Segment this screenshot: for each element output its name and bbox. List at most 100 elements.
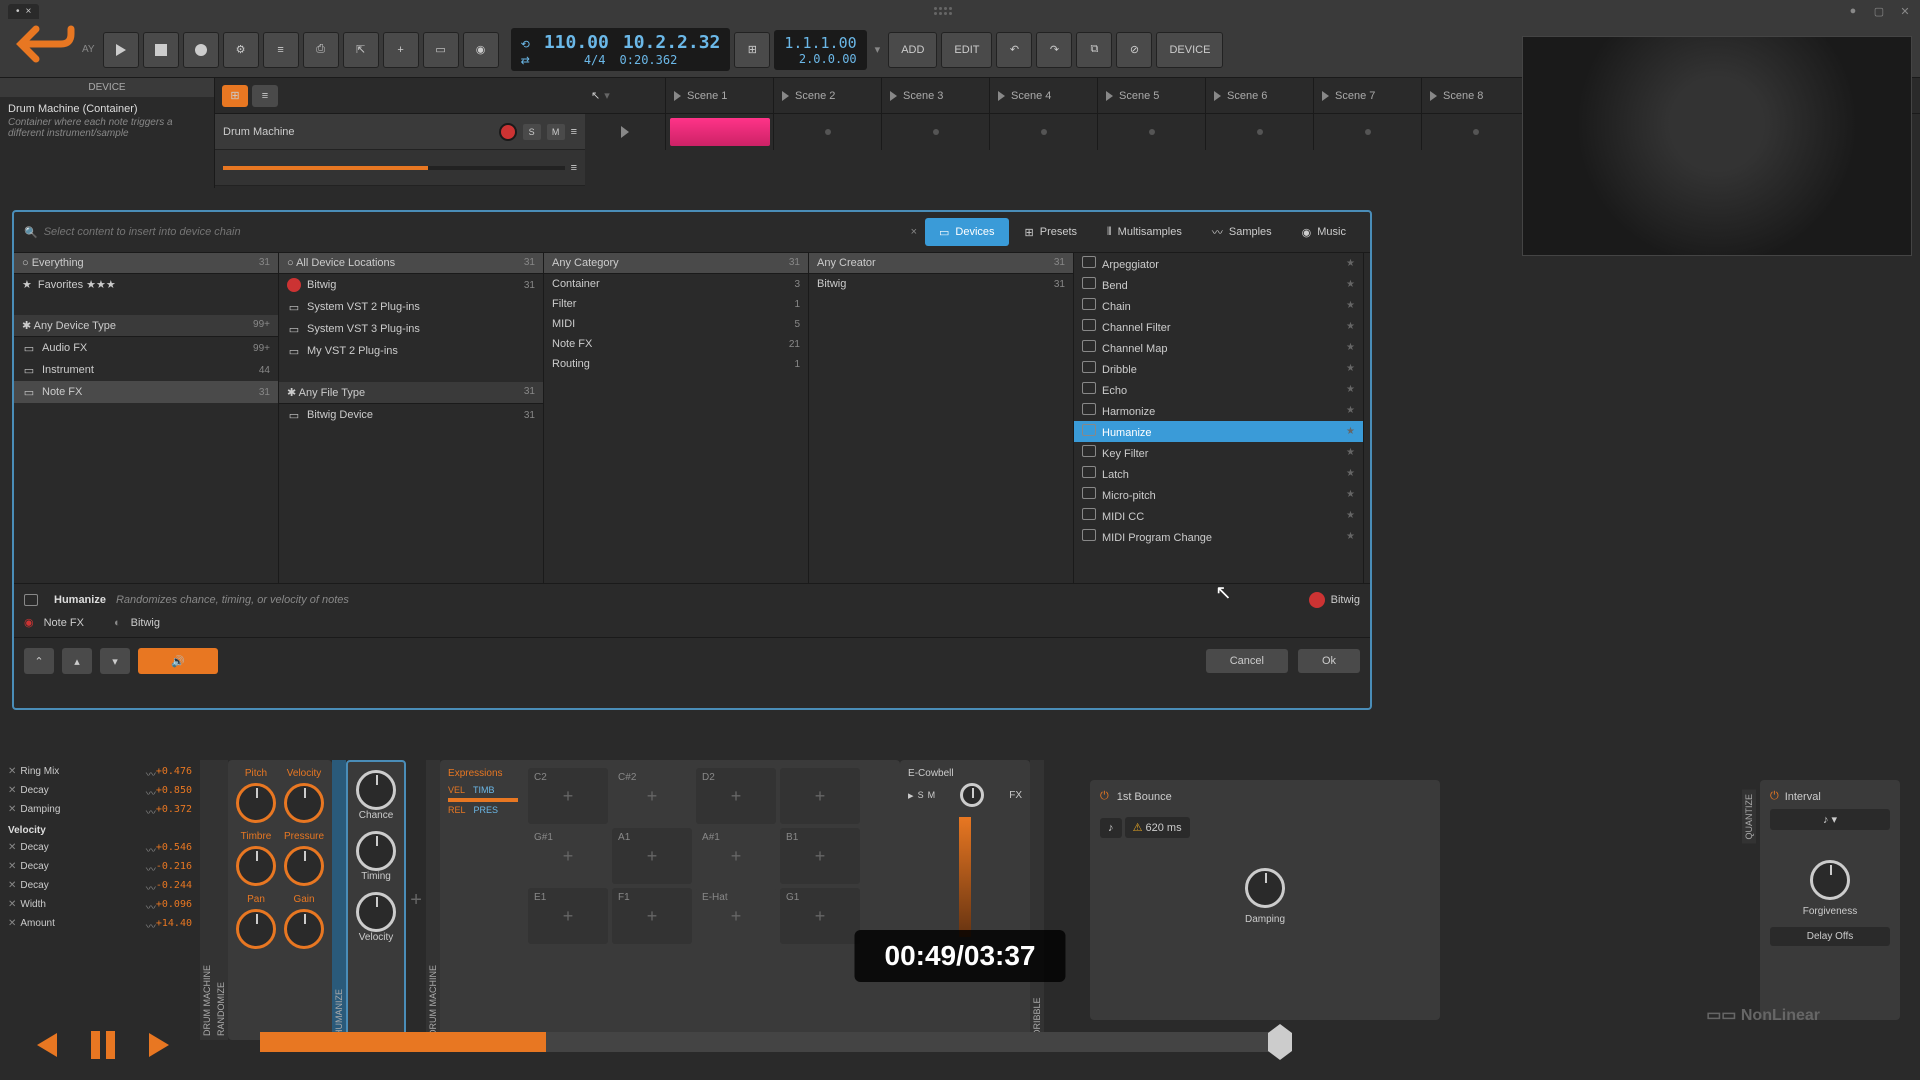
solo-button[interactable]: S [918,790,924,800]
drum-pad[interactable]: E-Hat+ [696,888,776,944]
power-icon[interactable]: ⏻ [1770,790,1779,803]
knob-velocity[interactable]: Velocity [356,892,396,943]
device-item[interactable]: Arpeggiator★ [1074,253,1363,274]
favorite-star-icon[interactable]: ★ [1346,426,1355,437]
device-item[interactable]: Dribble★ [1074,358,1363,379]
scene-cell[interactable]: Scene 5 [1097,78,1205,113]
delay-offs-button[interactable]: Delay Offs [1770,927,1890,946]
location-item[interactable]: ▭ System VST 3 Plug-ins [279,318,543,340]
edit-button[interactable]: EDIT [941,32,992,68]
favorite-star-icon[interactable]: ★ [1346,300,1355,311]
scene-cell[interactable]: Scene 1 [665,78,773,113]
knob-pan[interactable]: Pan [236,894,276,949]
knob-timing[interactable]: Timing [356,831,396,882]
favorite-star-icon[interactable]: ★ [1346,321,1355,332]
param-row[interactable]: ✕Decay〰-0.244 [4,878,196,897]
filter-file-type[interactable]: ✱ Any File Type31 [279,382,543,404]
favorite-star-icon[interactable]: ★ [1346,531,1355,542]
tab-multisamples[interactable]: ⫴Multisamples [1093,218,1196,246]
device-item[interactable]: Bend★ [1074,274,1363,295]
volume-slider[interactable] [223,166,565,170]
filter-everything[interactable]: ○ Everything31 [14,253,278,274]
undo-button[interactable]: ↶ [996,32,1032,68]
favorite-star-icon[interactable]: ★ [1346,258,1355,269]
device-item[interactable]: MIDI Program Change★ [1074,526,1363,547]
drum-pad[interactable]: C#2+ [612,768,692,824]
app-menu-icon[interactable] [934,7,952,15]
time-value[interactable]: 0:20.362 [620,53,678,67]
device-item[interactable]: Harmonize★ [1074,400,1363,421]
tab-samples[interactable]: 〰Samples [1198,218,1286,246]
drum-pad[interactable]: D2+ [696,768,776,824]
arrange-view-button[interactable]: ≡ [252,85,278,107]
forgiveness-knob[interactable] [1810,860,1850,900]
favorite-star-icon[interactable]: ★ [1346,489,1355,500]
filter-type-item[interactable]: ▭Note FX31 [14,381,278,403]
param-row[interactable]: ✕Width〰+0.096 [4,897,196,916]
param-row[interactable]: ✕Amount〰+14.40 [4,916,196,935]
empty-clip-slot[interactable] [1149,129,1155,135]
filter-category[interactable]: Any Category31 [544,253,808,274]
tab-devices[interactable]: ▭Devices [925,218,1009,246]
clear-search-icon[interactable]: × [903,226,925,238]
location-item[interactable]: ▭ System VST 2 Plug-ins [279,296,543,318]
favorite-star-icon[interactable]: ★ [1346,384,1355,395]
scene-cell[interactable]: Scene 8 [1421,78,1529,113]
drum-pad[interactable]: G1+ [780,888,860,944]
scene-cell[interactable]: Scene 7 [1313,78,1421,113]
chevron-down-icon[interactable]: ▾ [604,89,610,102]
category-item[interactable]: Routing1 [544,354,808,374]
position-display[interactable]: 1.1.1.00 2.0.0.00 [774,30,866,70]
mute-button[interactable]: M [547,124,565,140]
location-item[interactable]: ▭ My VST 2 Plug-ins [279,340,543,362]
creator-item[interactable]: Bitwig31 [809,274,1073,294]
favorite-star-icon[interactable]: ★ [1346,447,1355,458]
scene-play-icon[interactable] [1430,91,1437,101]
play-icon[interactable]: ▸ [908,789,914,802]
knob-pressure[interactable]: Pressure [284,831,324,886]
close-icon[interactable]: × [26,6,32,17]
scene-play-icon[interactable] [890,91,897,101]
window-close-icon[interactable]: ✕ [1898,4,1912,18]
device-item[interactable]: Echo★ [1074,379,1363,400]
favorite-star-icon[interactable]: ★ [1346,468,1355,479]
device-item[interactable]: Key Filter★ [1074,442,1363,463]
device-item[interactable]: Channel Filter★ [1074,316,1363,337]
track-menu-icon[interactable]: ≡ [571,162,577,174]
scene-play-icon[interactable] [1214,91,1221,101]
tab-music[interactable]: ◉Music [1288,218,1360,246]
filter-device-type[interactable]: ✱ Any Device Type99+ [14,315,278,337]
scene-play-icon[interactable] [998,91,1005,101]
redo-button[interactable]: ↷ [1036,32,1072,68]
knob-gain[interactable]: Gain [284,894,324,949]
down-button[interactable]: ▾ [100,648,130,674]
filter-type-item[interactable]: ▭Instrument44 [14,359,278,381]
drum-pad[interactable]: E1+ [528,888,608,944]
device-text-button[interactable]: DEVICE [1156,32,1223,68]
device-item[interactable]: Latch★ [1074,463,1363,484]
track-name[interactable]: Drum Machine [223,126,493,138]
param-row[interactable]: ✕Ring Mix〰+0.476 [4,764,196,783]
knob-timbre[interactable]: Timbre [236,831,276,886]
tempo-value[interactable]: 110.00 [544,32,609,53]
bounce-time[interactable]: 620 ms [1146,822,1182,834]
preview-button[interactable]: 🔊 [138,648,218,674]
layers-button[interactable]: ≡ [263,32,299,68]
damping-knob[interactable] [1245,868,1285,908]
device-item[interactable]: Channel Map★ [1074,337,1363,358]
minimize-icon[interactable]: ● [1846,4,1860,18]
empty-clip-slot[interactable] [1365,129,1371,135]
param-row[interactable]: ✕Decay〰-0.216 [4,859,196,878]
clip-view-button[interactable]: ⊞ [222,85,248,107]
stop-button[interactable] [143,32,179,68]
scene-play-icon[interactable] [1106,91,1113,101]
add-button[interactable]: + [383,32,419,68]
empty-clip-slot[interactable] [1257,129,1263,135]
filter-favorites[interactable]: ★ Favorites ★★★ [14,274,278,295]
filter-locations[interactable]: ○ All Device Locations31 [279,253,543,274]
category-item[interactable]: Note FX21 [544,334,808,354]
automation-button[interactable]: ⚙ [223,32,259,68]
copy-button[interactable]: ⧉ [1076,32,1112,68]
grid-button[interactable]: ⊞ [734,32,770,68]
mute-button[interactable]: M [928,790,936,800]
